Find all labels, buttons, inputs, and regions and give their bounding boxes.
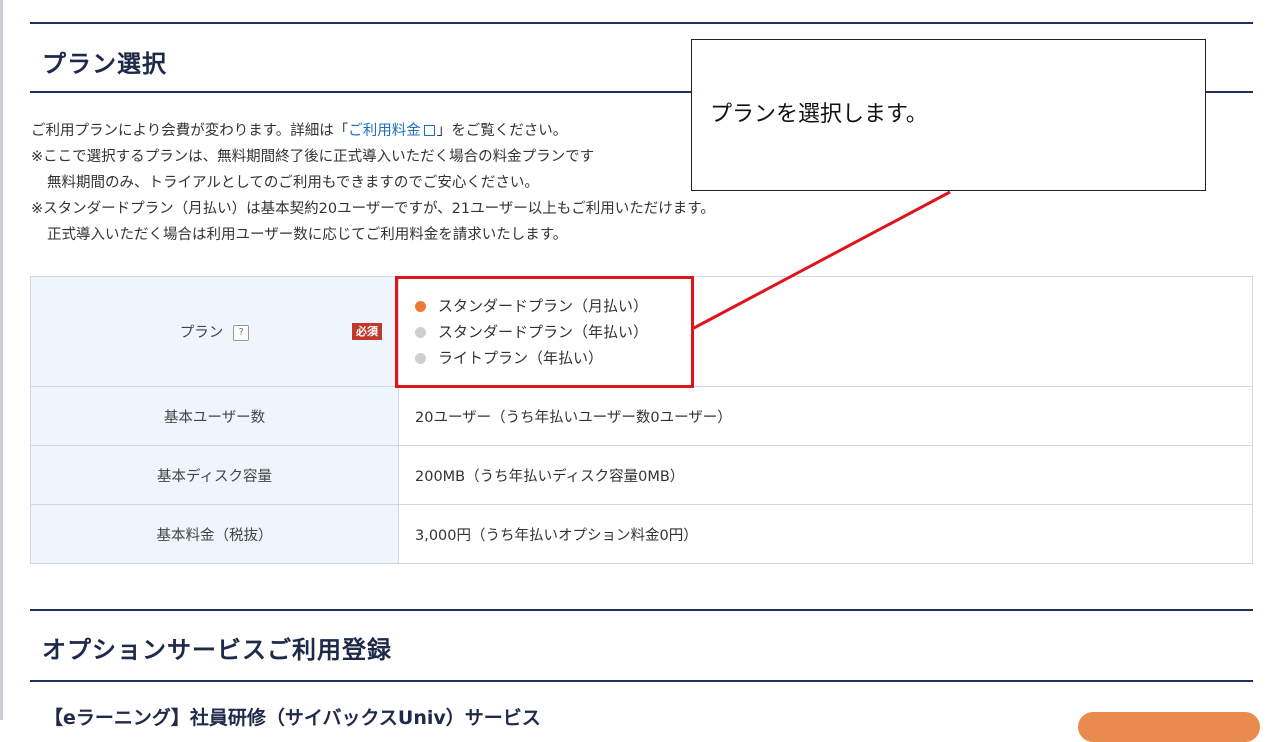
options-top-rule: [30, 609, 1253, 611]
service-badge: [1078, 712, 1260, 742]
plan-option-light-yearly[interactable]: ライトプラン（年払い）: [415, 345, 1251, 371]
table-row: プラン? 必須 スタンダードプラン（月払い） スタンダードプラン（年払い） ライ…: [30, 276, 1253, 387]
callout-text: プランを選択します。: [710, 102, 928, 127]
plan-label: プラン: [179, 325, 224, 341]
table-row: 基本ユーザー数 20ユーザー（うち年払いユーザー数0ユーザー）: [30, 386, 1253, 446]
fee-label: 基本料金（税抜）: [30, 504, 399, 564]
external-link-icon[interactable]: [423, 125, 435, 136]
description-text: ご利用プランにより会費が変わります。詳細は「: [31, 123, 349, 139]
description-text: 」をご覧ください。: [436, 123, 568, 139]
pricing-link[interactable]: ご利用料金: [348, 123, 437, 139]
plan-description: ご利用プランにより会費が変わります。詳細は「ご利用料金 」をご覧ください。 ※ここ…: [31, 118, 715, 248]
plan-option-label[interactable]: スタンダードプラン（月払い）: [438, 297, 648, 315]
plan-option-label[interactable]: ライトプラン（年払い）: [438, 349, 603, 367]
disk-value: 200MB（うち年払いディスク容量0MB）: [398, 445, 1253, 505]
plan-option-standard-monthly[interactable]: スタンダードプラン（月払い）: [415, 293, 1251, 319]
plan-option-standard-yearly[interactable]: スタンダードプラン（年払い）: [415, 319, 1251, 345]
radio-unselected-icon[interactable]: [415, 326, 426, 338]
page-left-border: [0, 0, 3, 720]
required-badge: 必須: [352, 323, 382, 340]
description-line: ご利用プランにより会費が変わります。詳細は「ご利用料金 」をご覧ください。: [31, 118, 715, 144]
table-row: 基本ディスク容量 200MB（うち年払いディスク容量0MB）: [30, 445, 1253, 505]
pricing-link-label[interactable]: ご利用料金: [348, 123, 421, 139]
table-row: 基本料金（税抜） 3,000円（うち年払いオプション料金0円）: [30, 504, 1253, 564]
annotation-callout: プランを選択します。: [691, 39, 1206, 191]
options-section-title: オプションサービスご利用登録: [42, 636, 392, 664]
plan-options-cell: スタンダードプラン（月払い） スタンダードプラン（年払い） ライトプラン（年払い…: [398, 276, 1253, 387]
users-label: 基本ユーザー数: [30, 386, 399, 446]
plan-radio-group: スタンダードプラン（月払い） スタンダードプラン（年払い） ライトプラン（年払い…: [415, 293, 1251, 371]
elearning-subsection-title: 【eラーニング】社員研修（サイバックスUniv）サービス: [44, 707, 541, 729]
description-line: ※ここで選択するプランは、無料期間終了後に正式導入いただく場合の料金プランです: [31, 149, 595, 165]
description-line: ※スタンダードプラン（月払い）は基本契約20ユーザーですが、21ユーザー以上もご…: [31, 201, 715, 217]
plan-header-cell: プラン? 必須: [30, 276, 399, 387]
plan-table: プラン? 必須 スタンダードプラン（月払い） スタンダードプラン（年払い） ライ…: [30, 276, 1253, 564]
disk-label: 基本ディスク容量: [30, 445, 399, 505]
plan-option-label[interactable]: スタンダードプラン（年払い）: [438, 323, 648, 341]
section-top-rule: [30, 22, 1253, 24]
help-icon[interactable]: ?: [233, 325, 250, 341]
options-title-rule: [30, 680, 1253, 682]
description-line: 無料期間のみ、トライアルとしてのご利用もできますのでご安心ください。: [47, 175, 539, 191]
fee-value: 3,000円（うち年払いオプション料金0円）: [398, 504, 1253, 564]
radio-unselected-icon[interactable]: [415, 352, 426, 364]
page-title: プラン選択: [42, 50, 167, 78]
users-value: 20ユーザー（うち年払いユーザー数0ユーザー）: [398, 386, 1253, 446]
radio-selected-icon[interactable]: [415, 300, 426, 312]
description-line: 正式導入いただく場合は利用ユーザー数に応じてご利用料金を請求いたします。: [47, 227, 568, 243]
